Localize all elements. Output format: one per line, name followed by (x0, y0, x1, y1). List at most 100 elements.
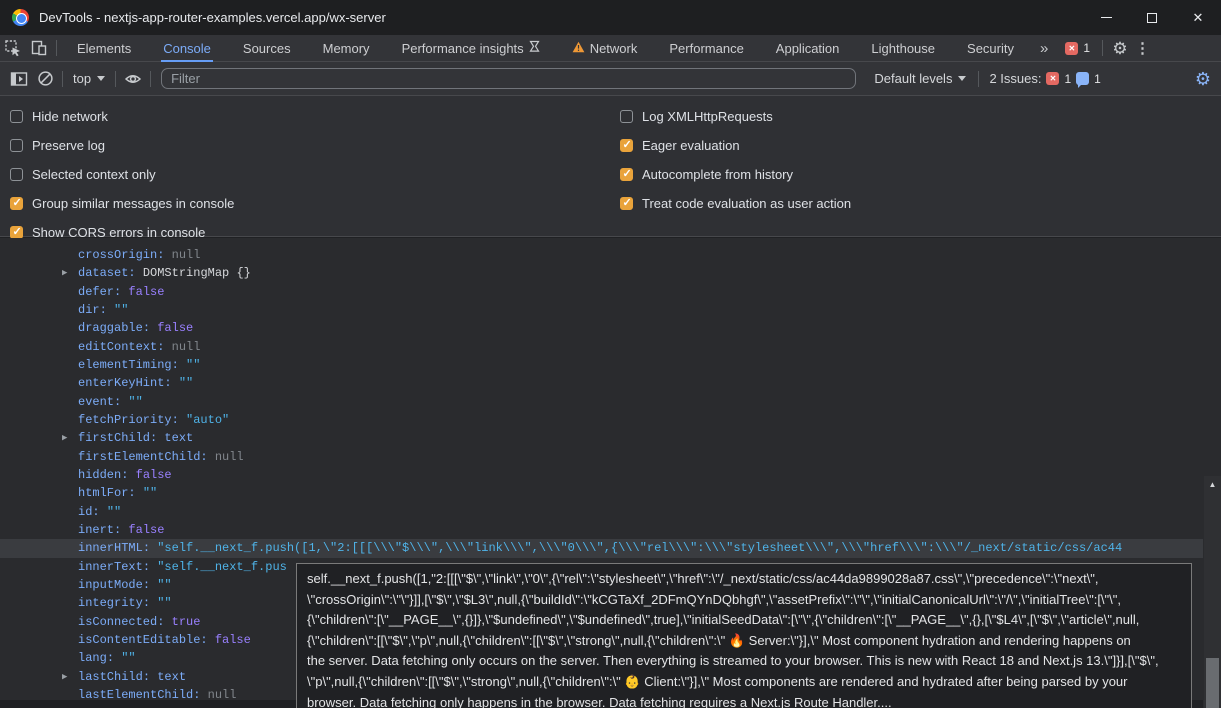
setting-selected-context-only[interactable]: Selected context only (10, 160, 234, 189)
warning-triangle-icon (572, 41, 585, 56)
property-row-dataset[interactable]: ▶dataset: DOMStringMap {} (0, 264, 1203, 282)
checkbox-checked-icon[interactable] (620, 197, 633, 210)
tab-security[interactable]: Security (965, 35, 1016, 62)
property-row-elementTiming[interactable]: elementTiming: "" (0, 356, 1203, 374)
error-badge-icon: ✕ (1065, 42, 1078, 55)
property-row-id[interactable]: id: "" (0, 503, 1203, 521)
property-value: "self.__next_f.pus (157, 560, 287, 574)
property-value: "" (114, 303, 128, 317)
tab-sources[interactable]: Sources (241, 35, 293, 62)
property-row-innerHTML[interactable]: innerHTML: "self.__next_f.push([1,\"2:[[… (0, 539, 1203, 557)
property-value: "" (107, 505, 121, 519)
setting-log-xmlhttprequests[interactable]: Log XMLHttpRequests (620, 102, 851, 131)
window-title: DevTools - nextjs-app-router-examples.ve… (39, 10, 386, 25)
checkbox-unchecked-icon[interactable] (10, 110, 23, 123)
checkbox-checked-icon[interactable] (620, 168, 633, 181)
expand-arrow-icon[interactable]: ▶ (62, 429, 67, 447)
property-row-editContext[interactable]: editContext: null (0, 338, 1203, 356)
setting-hide-network[interactable]: Hide network (10, 102, 234, 131)
property-value: "" (179, 376, 193, 390)
property-value: null (172, 248, 201, 262)
property-row-event[interactable]: event: "" (0, 393, 1203, 411)
property-row-firstElementChild[interactable]: firstElementChild: null (0, 448, 1203, 466)
property-colon: : (114, 395, 128, 409)
issues-counter[interactable]: 2 Issues: ✕ 1 1 (983, 71, 1106, 86)
property-row-hidden[interactable]: hidden: false (0, 466, 1203, 484)
tab-network[interactable]: Network (570, 35, 640, 62)
tabbar-issues-count: 1 (1083, 41, 1090, 55)
property-row-inert[interactable]: inert: false (0, 521, 1203, 539)
tabbar-issues-badge[interactable]: ✕ 1 (1065, 41, 1090, 55)
tab-lighthouse[interactable]: Lighthouse (869, 35, 937, 62)
tab-performance-insights[interactable]: Performance insights (400, 35, 542, 62)
property-colon: : (143, 670, 157, 684)
property-name: dir (78, 303, 100, 317)
property-row-htmlFor[interactable]: htmlFor: "" (0, 484, 1203, 502)
toggle-console-sidebar-button[interactable] (6, 66, 32, 92)
vertical-scrollbar[interactable]: ▲ (1204, 476, 1221, 708)
property-row-firstChild[interactable]: ▶firstChild: text (0, 429, 1203, 447)
checkbox-checked-icon[interactable] (10, 197, 23, 210)
devtools-menu-button[interactable]: ⋮ (1135, 39, 1150, 57)
maximize-button[interactable] (1129, 0, 1175, 35)
clear-console-icon (37, 70, 54, 87)
property-row-defer[interactable]: defer: false (0, 283, 1203, 301)
property-value: "" (157, 596, 171, 610)
console-settings-button[interactable]: ⚙ (1195, 70, 1211, 88)
javascript-context-selector[interactable]: top (67, 71, 111, 86)
kebab-icon: ⋮ (1135, 40, 1150, 57)
property-value: DOMStringMap {} (143, 266, 251, 280)
console-filter-input[interactable] (161, 68, 856, 89)
property-colon: : (143, 560, 157, 574)
inspect-cursor-icon (4, 39, 22, 57)
tooltip-line: self.__next_f.push([1,"2:[[[\"$\",\"link… (307, 569, 1181, 590)
setting-preserve-log[interactable]: Preserve log (10, 131, 234, 160)
separator (150, 71, 151, 87)
checkbox-unchecked-icon[interactable] (10, 168, 23, 181)
property-colon: : (128, 486, 142, 500)
tooltip-line: \"p\",null,{\"children\":[[\"$\",\"stron… (307, 672, 1181, 693)
property-row-dir[interactable]: dir: "" (0, 301, 1203, 319)
expand-arrow-icon[interactable]: ▶ (62, 264, 67, 282)
inspect-element-button[interactable] (0, 35, 26, 61)
property-value: "" (186, 358, 200, 372)
setting-group-similar-messages-in-console[interactable]: Group similar messages in console (10, 189, 234, 218)
tab-performance[interactable]: Performance (667, 35, 745, 62)
property-row-enterKeyHint[interactable]: enterKeyHint: "" (0, 374, 1203, 392)
clear-console-button[interactable] (32, 66, 58, 92)
checkbox-checked-icon[interactable] (620, 139, 633, 152)
setting-autocomplete-from-history[interactable]: Autocomplete from history (620, 160, 851, 189)
more-tabs-button[interactable]: » (1040, 40, 1047, 57)
property-name: firstElementChild (78, 450, 200, 464)
scrollbar-thumb[interactable] (1206, 658, 1219, 708)
checkbox-unchecked-icon[interactable] (10, 139, 23, 152)
minimize-button[interactable] (1083, 0, 1129, 35)
create-live-expression-button[interactable] (120, 66, 146, 92)
property-name: lang (78, 651, 107, 665)
property-colon: : (200, 450, 214, 464)
tab-label: Sources (243, 41, 291, 56)
setting-eager-evaluation[interactable]: Eager evaluation (620, 131, 851, 160)
tab-elements[interactable]: Elements (75, 35, 133, 62)
expand-arrow-icon[interactable]: ▶ (62, 668, 67, 686)
property-row-crossOrigin[interactable]: crossOrigin: null (0, 246, 1203, 264)
property-name: draggable (78, 321, 143, 335)
close-button[interactable]: ✕ (1175, 0, 1221, 35)
toggle-device-toolbar-button[interactable] (26, 35, 52, 61)
property-value: "" (121, 651, 135, 665)
setting-label: Log XMLHttpRequests (642, 109, 773, 124)
property-row-fetchPriority[interactable]: fetchPriority: "auto" (0, 411, 1203, 429)
tab-application[interactable]: Application (774, 35, 842, 62)
tab-label: Network (590, 41, 638, 56)
property-colon: : (143, 321, 157, 335)
tab-console[interactable]: Console (161, 35, 213, 62)
checkbox-unchecked-icon[interactable] (620, 110, 633, 123)
property-row-draggable[interactable]: draggable: false (0, 319, 1203, 337)
tooltip-line: browser. Data fetching only happens in t… (307, 693, 1181, 708)
tab-memory[interactable]: Memory (321, 35, 372, 62)
property-colon: : (150, 431, 164, 445)
devtools-settings-button[interactable]: ⚙ (1107, 35, 1133, 61)
scroll-up-arrow-icon[interactable]: ▲ (1204, 476, 1221, 492)
log-levels-dropdown[interactable]: Default levels (866, 71, 974, 86)
setting-treat-code-evaluation-as-user-action[interactable]: Treat code evaluation as user action (620, 189, 851, 218)
